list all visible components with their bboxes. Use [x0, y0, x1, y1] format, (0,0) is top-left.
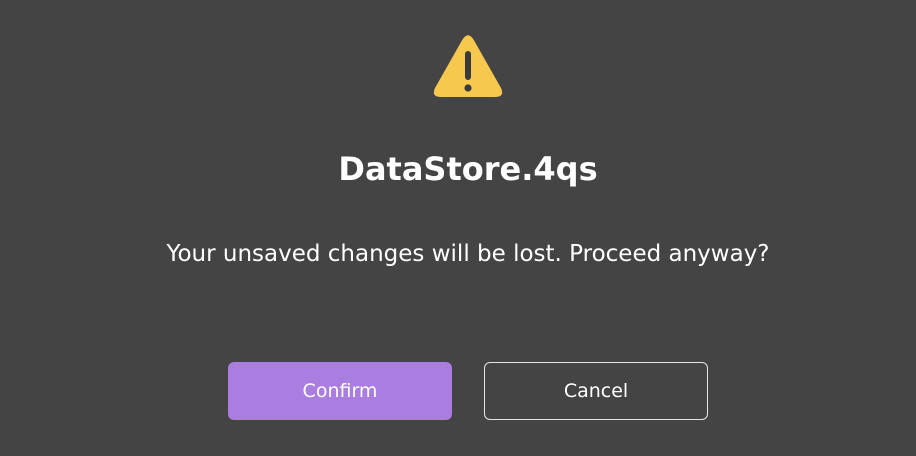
- dialog-title: DataStore.4qs: [338, 150, 598, 188]
- confirm-button-label: Confirm: [302, 380, 378, 402]
- dialog-message: Your unsaved changes will be lost. Proce…: [166, 241, 770, 267]
- cancel-button-label: Cancel: [563, 380, 629, 402]
- confirm-dialog: DataStore.4qs Your unsaved changes will …: [0, 0, 916, 456]
- confirm-button[interactable]: Confirm: [228, 362, 452, 420]
- cancel-button[interactable]: Cancel: [484, 362, 708, 420]
- warning-icon: [433, 35, 503, 97]
